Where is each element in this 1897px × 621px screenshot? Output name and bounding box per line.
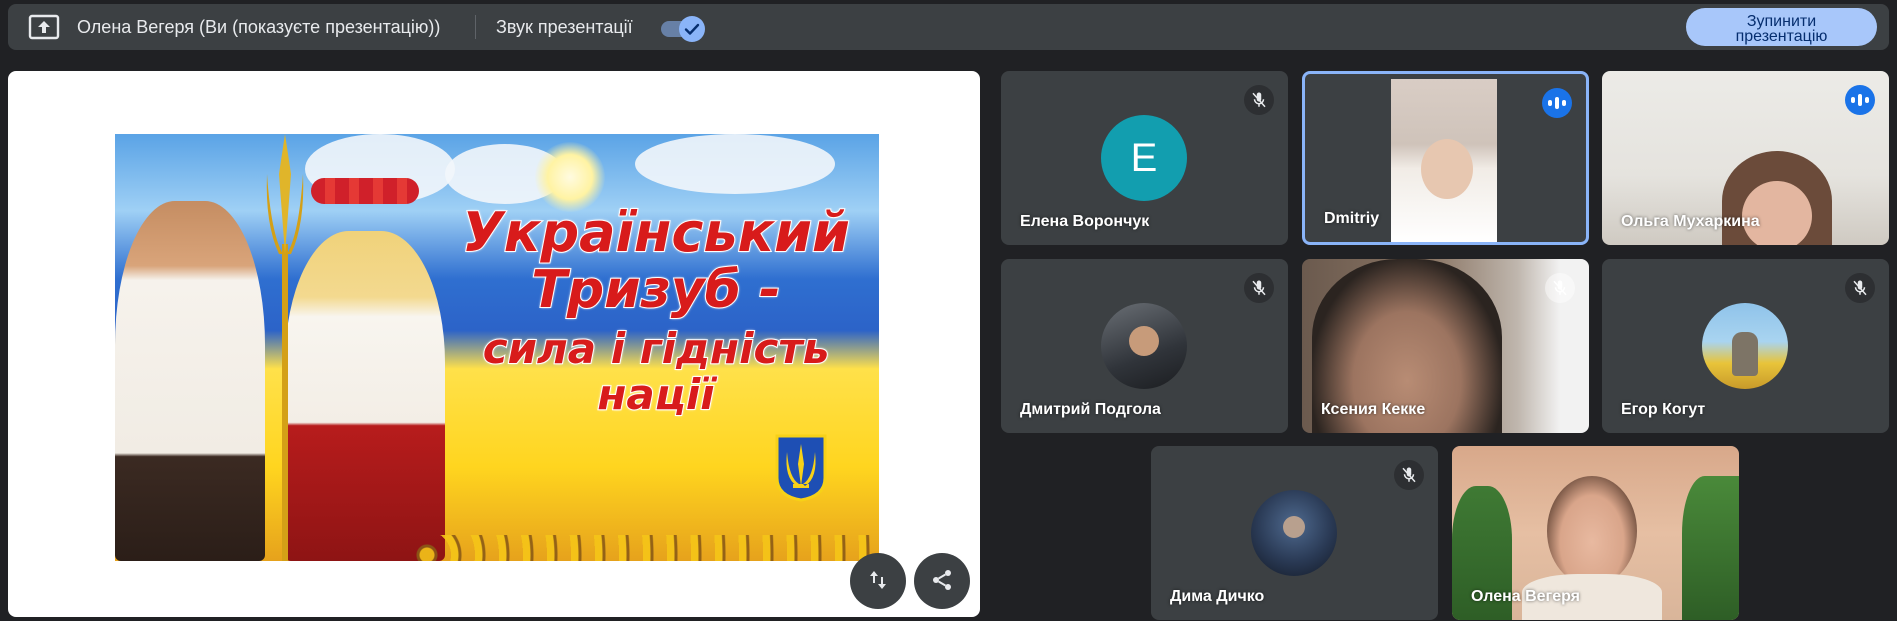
participant-tile[interactable]: Ольга Мухаркина [1602,71,1889,245]
check-icon [679,16,705,42]
swap-icon [866,568,890,595]
coat-of-arms-icon [775,434,827,502]
participant-face [1547,476,1637,586]
participant-video [1391,79,1497,242]
avatar-face [1283,516,1305,538]
avatar [1251,490,1337,576]
presentation-sound-label: Звук презентації [496,17,633,37]
swap-button[interactable] [850,553,906,609]
share-icon [930,568,954,595]
slide-title-line-3: сила і гідність [482,324,831,374]
participant-name: Егор Когут [1621,401,1706,418]
stop-presenting-button[interactable]: Зупинити презентацію [1686,8,1877,46]
slide-title-line-2: Тризуб - [530,260,781,321]
boy-illustration [115,201,265,561]
avatar [1101,303,1187,389]
flower-wreath [311,178,419,204]
participant-tile[interactable]: Дмитрий Подгола [1001,259,1288,433]
presentation-panel: Український Тризуб - сила і гідність нац… [8,71,980,617]
participant-name: Dmitriy [1324,210,1380,227]
participant-tile[interactable]: E Елена Ворончук [1001,71,1288,245]
mic-off-icon [1545,273,1575,303]
participant-name: Ольга Мухаркина [1621,213,1760,230]
participant-tile[interactable]: Егор Когут [1602,259,1889,433]
stop-presenting-label-2: презентацію [1735,28,1828,45]
participant-tile-self[interactable]: Олена Вегеря [1452,446,1739,620]
participant-face [1421,139,1473,199]
avatar-figure [1732,332,1758,376]
mic-off-icon [1394,460,1424,490]
trident-illustration [266,134,304,561]
girl-illustration [285,231,445,561]
slide-title: Український Тризуб - сила і гідність нац… [433,201,879,419]
presentation-bar: Олена Вегеря (Ви (показуєте презентацію)… [8,4,1889,50]
share-button[interactable] [914,553,970,609]
participant-tile[interactable]: Дима Дичко [1151,446,1438,620]
avatar: E [1101,115,1187,201]
sunflowers [415,535,879,561]
divider [475,15,476,39]
stop-presenting-label-1: Зупинити [1746,13,1817,30]
participant-tile[interactable]: Ксения Кекке [1302,259,1589,433]
participant-name: Ксения Кекке [1321,401,1426,418]
participant-name: Олена Вегеря [1471,588,1581,605]
participant-tile-active[interactable]: Dmitriy [1302,71,1589,245]
presentation-slide: Український Тризуб - сила і гідність нац… [115,134,879,561]
audio-level-icon [1845,85,1875,115]
audio-level-icon [1542,88,1572,118]
slide-title-line-4: нації [596,369,715,419]
avatar-face [1129,326,1159,356]
avatar [1702,303,1788,389]
presenter-label: Олена Вегеря (Ви (показуєте презентацію)… [77,17,441,37]
cloud [635,134,835,194]
present-to-all-icon [28,13,60,41]
plant [1682,476,1739,620]
participant-name: Дима Дичко [1170,588,1265,605]
presentation-sound-toggle[interactable] [659,15,707,43]
participant-name: Дмитрий Подгола [1020,401,1161,418]
mic-off-icon [1244,85,1274,115]
mic-off-icon [1845,273,1875,303]
mic-off-icon [1244,273,1274,303]
participant-name: Елена Ворончук [1020,213,1150,230]
slide-title-line-1: Український [461,201,851,264]
